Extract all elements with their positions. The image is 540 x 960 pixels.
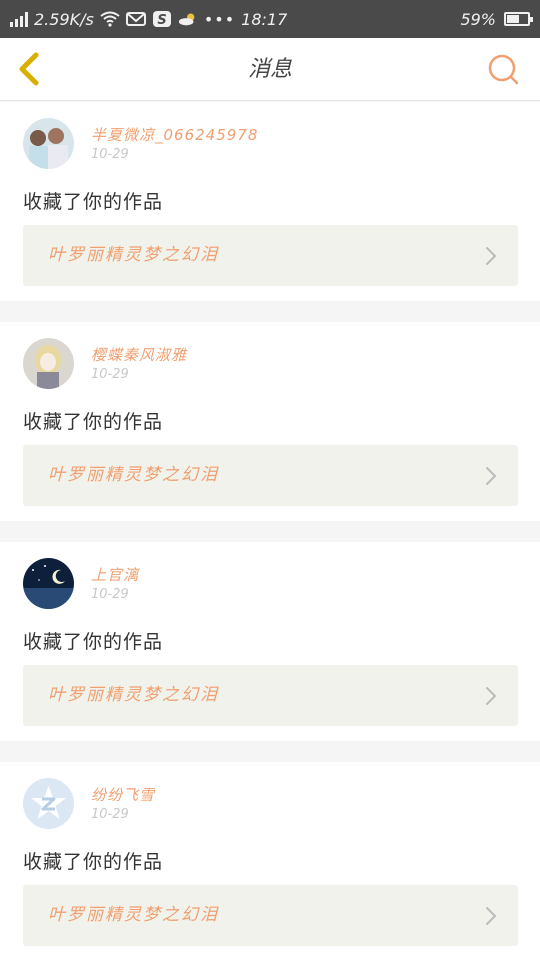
mail-icon <box>125 12 146 26</box>
action-text: 收藏了你的作品 <box>23 191 164 213</box>
username[interactable]: 纷纷飞雪 <box>91 784 155 805</box>
work-link[interactable]: 叶罗丽精灵梦之幻泪 <box>23 225 518 286</box>
username[interactable]: 上官漓 <box>91 564 139 585</box>
message-card: 上官漓 10-29 收藏了你的作品 叶罗丽精灵梦之幻泪 <box>0 542 540 741</box>
s-app-icon: S <box>152 11 171 27</box>
chevron-right-icon <box>486 467 497 485</box>
message-card: 纷纷飞雪 10-29 收藏了你的作品 叶罗丽精灵梦之幻泪 <box>0 762 540 960</box>
work-link[interactable]: 叶罗丽精灵梦之幻泪 <box>23 885 518 946</box>
avatar[interactable] <box>23 558 74 609</box>
work-title: 叶罗丽精灵梦之幻泪 <box>48 905 219 925</box>
status-right: 59% <box>460 0 533 38</box>
username[interactable]: 半夏微凉_066245978 <box>91 124 258 145</box>
work-title: 叶罗丽精灵梦之幻泪 <box>48 245 219 265</box>
avatar[interactable] <box>23 118 74 169</box>
svg-text:S: S <box>157 13 166 27</box>
clock: 18:17 <box>241 9 288 29</box>
avatar[interactable] <box>23 338 74 389</box>
avatar[interactable] <box>23 778 74 829</box>
message-date: 10-29 <box>91 587 129 602</box>
message-card: 半夏微凉_066245978 10-29 收藏了你的作品 叶罗丽精灵梦之幻泪 <box>0 102 540 301</box>
message-card: 樱蝶秦风淑雅 10-29 收藏了你的作品 叶罗丽精灵梦之幻泪 <box>0 322 540 521</box>
username[interactable]: 樱蝶秦风淑雅 <box>91 344 187 365</box>
chevron-right-icon <box>486 687 497 705</box>
message-date: 10-29 <box>91 807 129 822</box>
search-button[interactable] <box>486 52 520 86</box>
page-title: 消息 <box>247 57 292 82</box>
action-text: 收藏了你的作品 <box>23 631 164 653</box>
action-text: 收藏了你的作品 <box>23 851 164 873</box>
signal-icon <box>10 11 28 27</box>
net-speed: 2.59K/s <box>34 9 94 29</box>
message-date: 10-29 <box>91 367 129 382</box>
work-link[interactable]: 叶罗丽精灵梦之幻泪 <box>23 445 518 506</box>
message-list: 半夏微凉_066245978 10-29 收藏了你的作品 叶罗丽精灵梦之幻泪 樱… <box>0 102 540 960</box>
more-dots-icon: ••• <box>203 9 236 29</box>
battery-icon <box>504 12 533 26</box>
message-date: 10-29 <box>91 147 129 162</box>
work-title: 叶罗丽精灵梦之幻泪 <box>48 465 219 485</box>
battery-percent: 59% <box>460 9 496 29</box>
chevron-right-icon <box>486 247 497 265</box>
search-icon <box>488 54 519 85</box>
status-bar: 2.59K/s S ••• 18:17 59% <box>0 0 540 38</box>
status-left: 2.59K/s S ••• 18:17 <box>10 0 287 38</box>
wifi-icon <box>100 11 120 27</box>
header: 消息 <box>0 38 540 101</box>
chevron-right-icon <box>486 907 497 925</box>
weather-icon <box>178 13 195 26</box>
work-title: 叶罗丽精灵梦之幻泪 <box>48 685 219 705</box>
action-text: 收藏了你的作品 <box>23 411 164 433</box>
work-link[interactable]: 叶罗丽精灵梦之幻泪 <box>23 665 518 726</box>
